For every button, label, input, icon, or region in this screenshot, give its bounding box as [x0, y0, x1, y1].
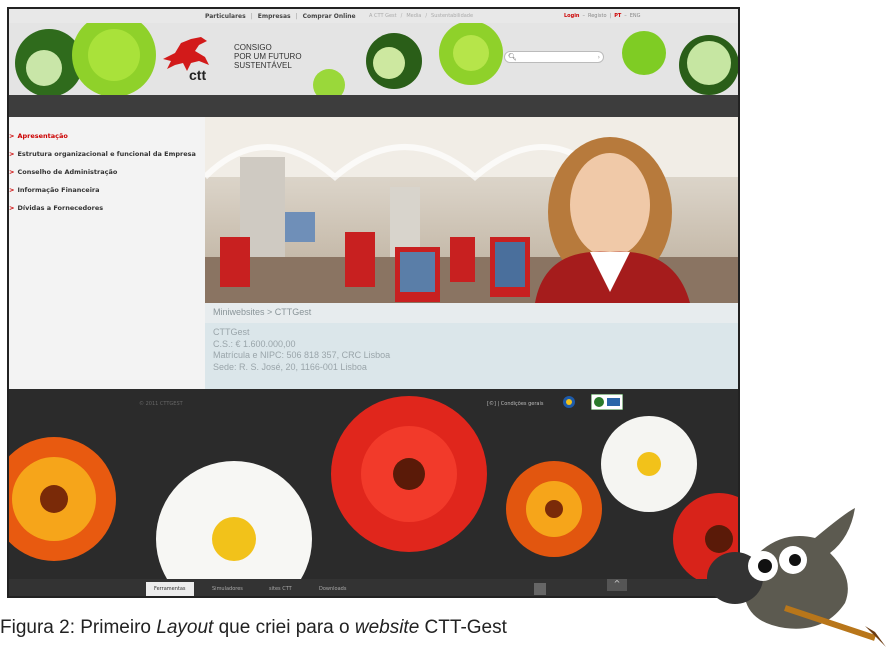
slogan-line: POR UM FUTURO: [234, 52, 302, 61]
sidebar-item-apresentacao[interactable]: > Apresentação: [9, 132, 68, 140]
lang-eng[interactable]: ENG: [630, 13, 641, 19]
arrow-icon: >: [9, 168, 15, 176]
tab-simuladores[interactable]: Simuladores: [204, 582, 251, 596]
login-link[interactable]: Login: [564, 13, 579, 19]
slogan-line: CONSIGO: [234, 43, 272, 52]
sidebar-item-dividas[interactable]: > Dívidas a Fornecedores: [9, 204, 103, 212]
caption-italic: website: [354, 617, 420, 638]
sidebar-item-conselho[interactable]: > Conselho de Administração: [9, 168, 117, 176]
nav-separator: |: [295, 12, 298, 20]
menu-bar: [9, 95, 738, 117]
ctt-logo-text: ctt: [189, 67, 207, 83]
nav-separator: |: [250, 12, 253, 20]
company-name: CTTGest: [213, 327, 250, 337]
nav-empresas[interactable]: Empresas: [257, 13, 292, 20]
nav-comprar-online[interactable]: Comprar Online: [302, 13, 357, 20]
search-icon: 🔍︎: [508, 53, 517, 61]
search-input[interactable]: 🔍︎ ›: [504, 51, 604, 63]
footer: © 2011 CTTGEST [©] | Condições gerais: [9, 389, 738, 579]
bottom-toolbar: Ferramentas Simuladores sites CTT Downlo…: [9, 579, 738, 596]
chevron-up-icon[interactable]: ^: [607, 579, 627, 591]
browser-screenshot: Particulares | Empresas | Comprar Online…: [7, 7, 740, 598]
sidebar-item-label: Estrutura organizacional e funcional da …: [17, 150, 196, 158]
top-bar: Particulares | Empresas | Comprar Online…: [9, 9, 738, 23]
company-registration: Matrícula e NIPC: 506 818 357, CRC Lisbo…: [213, 350, 391, 360]
figure-caption: Figura 2: Primeiro Layout que criei para…: [0, 617, 507, 639]
gimp-mascot-icon: [707, 508, 886, 647]
caption-italic: Layout: [156, 617, 214, 638]
footer-flowers: [9, 396, 738, 579]
top-subnav: A CTT Gest / Media / Sustentabilidade: [369, 13, 474, 19]
company-info: CTTGest C.S.: € 1.600.000,00 Matrícula e…: [205, 323, 738, 389]
sidebar-item-label: Informação Financeira: [17, 186, 100, 194]
caption-text: Figura 2: Primeiro: [0, 617, 157, 638]
sidebar-nav: > Apresentação > Estrutura organizacional …: [9, 117, 205, 389]
lang-pt[interactable]: PT: [614, 13, 621, 19]
caption-text: que criei para o: [213, 617, 355, 638]
certification-badge-icon[interactable]: [591, 394, 623, 410]
register-link[interactable]: Registo: [588, 13, 607, 19]
sidebar-item-informacao[interactable]: > Informação Financeira: [9, 186, 100, 194]
arrow-icon: >: [9, 150, 15, 158]
header-banner: ctt CONSIGO POR UM FUTURO SUSTENTÁVEL 🔍︎…: [9, 23, 738, 95]
tab-ferramentas[interactable]: Ferramentas: [146, 582, 194, 596]
arrow-icon: >: [9, 132, 15, 140]
tab-sites-ctt[interactable]: sites CTT: [261, 582, 300, 596]
toolbar-icon[interactable]: [534, 583, 546, 595]
sidebar-item-estrutura[interactable]: > Estrutura organizacional e funcional da…: [9, 150, 196, 158]
sidebar-item-label: Apresentação: [17, 132, 68, 140]
arrow-icon: >: [9, 186, 15, 194]
arrow-icon: >: [9, 204, 15, 212]
slogan: CONSIGO POR UM FUTURO SUSTENTÁVEL: [234, 43, 302, 70]
slogan-line: SUSTENTÁVEL: [234, 61, 292, 70]
subnav-ctt-gest[interactable]: A CTT Gest: [369, 13, 397, 19]
post-office-photo: [205, 117, 738, 303]
hero-photo: [205, 117, 738, 303]
banner-flowers: [15, 23, 738, 95]
chevron-right-icon[interactable]: ›: [598, 54, 600, 61]
company-address: Sede: R. S. José, 20, 1166-001 Lisboa: [213, 361, 367, 372]
subnav-sustentabilidade[interactable]: Sustentabilidade: [431, 13, 473, 19]
breadcrumb: Miniwebsites > CTTGest: [205, 303, 738, 323]
top-nav: Particulares | Empresas | Comprar Online: [204, 13, 357, 20]
company-capital: C.S.: € 1.600.000,00: [213, 338, 296, 349]
globe-icon[interactable]: [562, 395, 576, 409]
sidebar-item-label: Dívidas a Fornecedores: [17, 204, 104, 212]
tab-downloads[interactable]: Downloads: [311, 582, 354, 596]
lang-switch: Login – Registo | PT – ENG: [564, 13, 641, 19]
footer-links[interactable]: [©] | Condições gerais: [487, 401, 544, 407]
sidebar-item-label: Conselho de Administração: [17, 168, 118, 176]
caption-text: CTT-Gest: [419, 617, 507, 638]
subnav-media[interactable]: Media: [406, 13, 421, 19]
copyright: © 2011 CTTGEST: [139, 401, 183, 407]
nav-particulares[interactable]: Particulares: [204, 13, 247, 20]
